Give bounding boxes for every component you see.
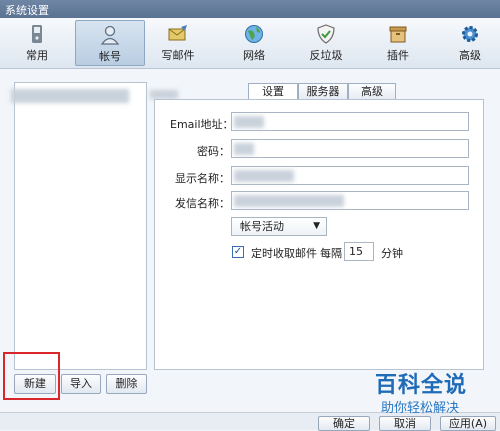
import-account-button[interactable]: 导入 <box>61 374 101 394</box>
password-field[interactable] <box>231 139 469 158</box>
toolbar-item-advanced[interactable]: 高级 <box>442 20 498 66</box>
account-status-value: 帐号活动 <box>240 220 284 233</box>
watermark-title: 百科全说 <box>375 373 468 398</box>
compose-mail-icon <box>168 25 187 41</box>
account-list[interactable] <box>11 82 147 370</box>
password-label: 密码： <box>197 145 230 158</box>
account-status-select[interactable]: 帐号活动 ▼ <box>231 217 327 236</box>
toolbar-label: 高级 <box>459 49 481 62</box>
interval-input[interactable]: 15 <box>344 242 374 261</box>
chevron-down-icon: ▼ <box>313 221 320 231</box>
redacted-value <box>234 116 264 128</box>
display-name-field[interactable] <box>231 166 469 185</box>
globe-icon <box>245 25 263 43</box>
title-bar: 系统设置 <box>0 0 500 18</box>
interval-prefix-label: 每隔 <box>320 247 342 260</box>
auto-receive-checkbox[interactable]: ✓ <box>232 246 244 258</box>
shield-icon <box>317 24 335 44</box>
redacted-value <box>234 170 294 182</box>
toolbar-item-network[interactable]: 网络 <box>226 20 282 66</box>
auto-receive-label: 定时收取邮件 <box>251 247 317 260</box>
redacted-region <box>150 90 178 99</box>
plugin-box-icon <box>389 26 407 43</box>
toolbar-item-general[interactable]: 常用 <box>9 20 65 66</box>
toolbar-item-compose[interactable]: 写邮件 <box>150 20 206 66</box>
tab-settings[interactable]: 设置 <box>248 83 298 100</box>
highlight-box <box>3 352 60 400</box>
redacted-value <box>234 195 344 207</box>
redacted-value <box>234 143 254 155</box>
toolbar-label: 常用 <box>26 49 48 62</box>
delete-account-button[interactable]: 删除 <box>106 374 147 394</box>
toolbar-label: 网络 <box>243 49 265 62</box>
display-name-label: 显示名称： <box>175 172 230 185</box>
toolbar-label: 插件 <box>387 49 409 62</box>
account-list-item[interactable] <box>11 89 129 103</box>
phone-icon <box>32 25 42 43</box>
interval-unit-label: 分钟 <box>381 247 403 260</box>
toolbar-item-antispam[interactable]: 反垃圾 <box>298 20 354 66</box>
sender-name-label: 发信名称： <box>175 197 230 210</box>
gear-icon <box>462 26 478 42</box>
watermark-subtitle: 助你轻松解决 <box>381 401 460 416</box>
toolbar-label: 反垃圾 <box>309 49 343 62</box>
window-title: 系统设置 <box>5 4 49 17</box>
email-field[interactable] <box>231 112 469 131</box>
tab-server[interactable]: 服务器 <box>298 83 348 100</box>
sender-name-field[interactable] <box>231 191 469 210</box>
toolbar-label: 写邮件 <box>161 49 195 62</box>
user-icon <box>100 25 120 45</box>
toolbar-item-account[interactable]: 帐号 <box>75 20 145 66</box>
settings-toolbar: 常用 帐号 写邮件 网络 反垃圾 插件 高级 <box>0 18 500 69</box>
tab-advanced[interactable]: 高级 <box>348 83 396 100</box>
toolbar-label: 帐号 <box>99 50 121 63</box>
toolbar-item-plugins[interactable]: 插件 <box>370 20 426 66</box>
